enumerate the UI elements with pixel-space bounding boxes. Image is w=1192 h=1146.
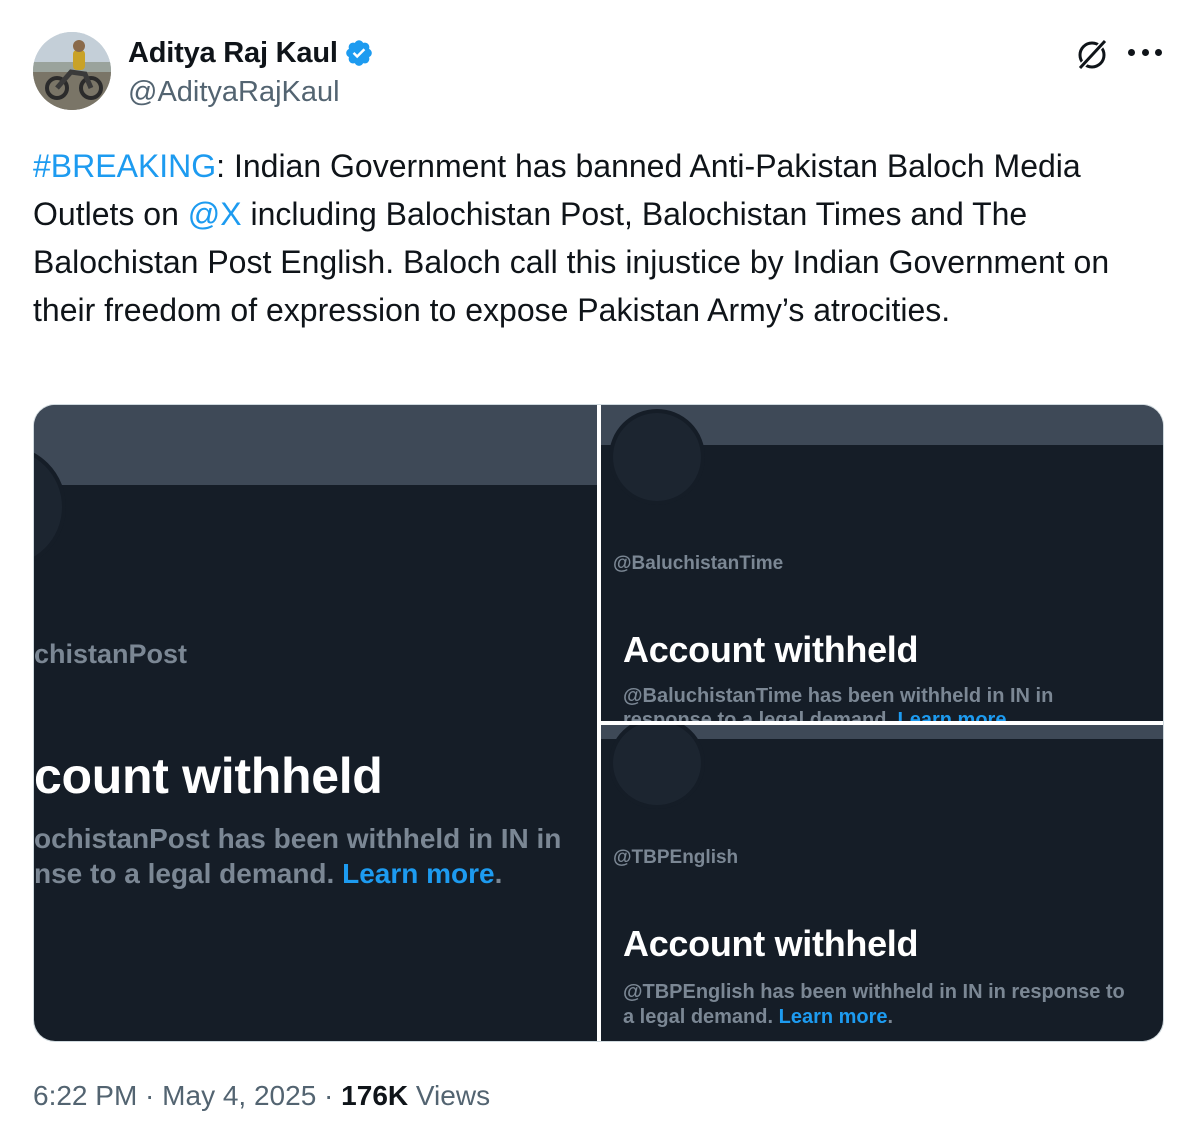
withheld-title: Account withheld	[623, 923, 919, 964]
views-count[interactable]: 176K	[341, 1080, 408, 1111]
tweet-time[interactable]: 6:22 PM	[33, 1080, 137, 1111]
media-image-balochistan-post[interactable]: chistanPost count withheld ochistanPost …	[34, 405, 597, 1041]
media-grid[interactable]: chistanPost count withheld ochistanPost …	[33, 404, 1164, 1042]
author-name-row[interactable]: Aditya Raj Kaul	[128, 34, 374, 72]
withheld-description-line-2: response to a legal demand. Learn more	[623, 709, 1006, 721]
media-image-tbp-english[interactable]: @TBPEnglish Account withheld @TBPEnglish…	[601, 725, 1163, 1041]
verified-badge-icon	[345, 40, 372, 66]
author-handle[interactable]: @AdityaRajKaul	[128, 76, 340, 109]
profile-picture	[609, 409, 705, 505]
withheld-description-line-1: @BaluchistanTime has been withheld in IN…	[623, 685, 1054, 707]
profile-picture	[609, 725, 705, 809]
views-label: Views	[408, 1080, 491, 1111]
mention-link[interactable]: @X	[188, 196, 242, 232]
grok-icon[interactable]	[1074, 36, 1110, 72]
author-display-name[interactable]: Aditya Raj Kaul	[128, 37, 338, 70]
withheld-title: Account withheld	[623, 629, 919, 670]
withheld-description-line-2: a legal demand. Learn more.	[623, 1006, 894, 1028]
learn-more-link: Learn more	[778, 1006, 888, 1028]
tweet-text: #BREAKING: Indian Government has banned …	[33, 142, 1163, 334]
withheld-account-handle: @TBPEnglish	[613, 847, 739, 868]
media-image-baluchistan-time[interactable]: @BaluchistanTime Account withheld @Baluc…	[601, 405, 1163, 721]
withheld-description-line-1: @TBPEnglish has been withheld in IN in r…	[623, 981, 1125, 1003]
withheld-account-handle: chistanPost	[34, 639, 188, 669]
learn-more-link: Learn more	[342, 858, 495, 889]
withheld-description-line-1: ochistanPost has been withheld in IN in	[34, 823, 562, 854]
withheld-description-line-2: nse to a legal demand. Learn more.	[34, 858, 503, 889]
author-avatar[interactable]	[33, 32, 111, 110]
learn-more-link: Learn more	[897, 709, 1007, 721]
hashtag-link[interactable]: #BREAKING	[33, 148, 216, 184]
profile-banner	[34, 405, 597, 485]
tweet-meta: 6:22 PM · May 4, 2025 · 176K Views	[33, 1080, 491, 1111]
avatar-photo	[33, 32, 111, 110]
more-options-icon[interactable]	[1128, 44, 1162, 60]
tweet-date[interactable]: May 4, 2025	[162, 1080, 316, 1111]
withheld-account-handle: @BaluchistanTime	[613, 553, 784, 574]
withheld-title: count withheld	[34, 748, 383, 804]
